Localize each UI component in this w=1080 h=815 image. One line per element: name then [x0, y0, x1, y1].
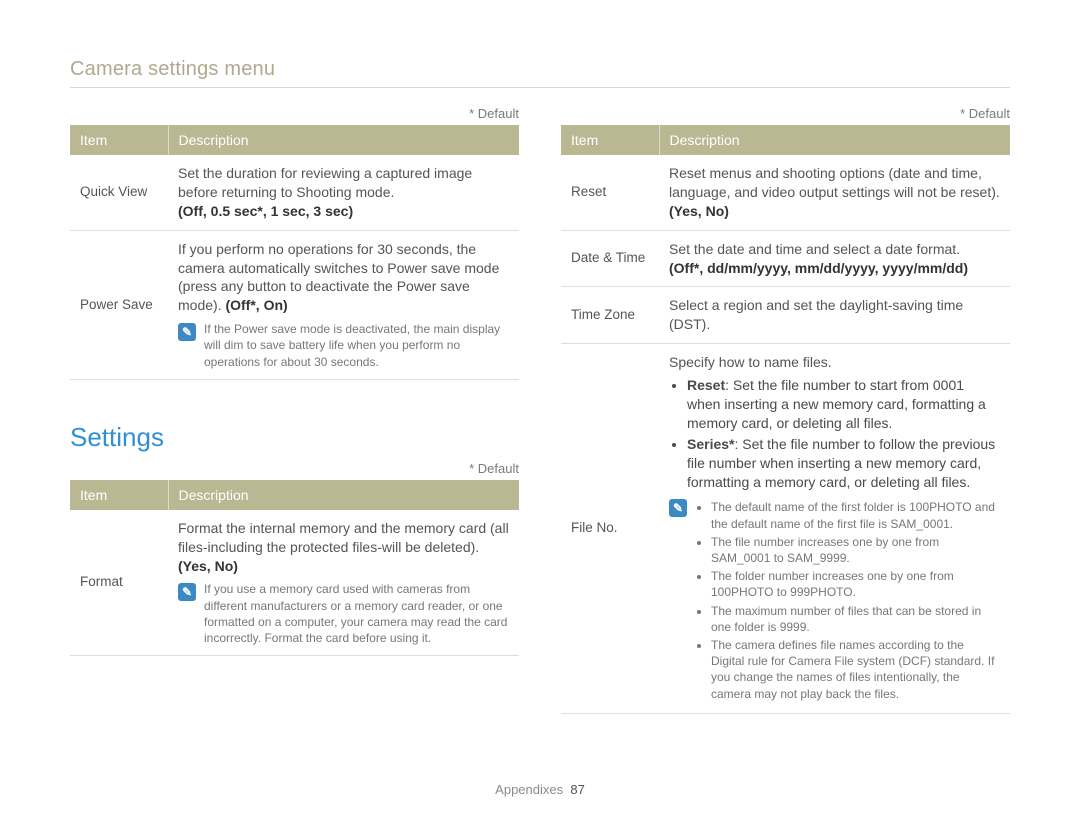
desc-format: Format the internal memory and the memor…	[168, 510, 519, 656]
th-description: Description	[168, 480, 519, 510]
table-row: Reset Reset menus and shooting options (…	[561, 155, 1010, 230]
list-item: Series*: Set the file number to follow t…	[687, 435, 1000, 492]
bullet-label: Reset	[687, 377, 725, 393]
th-description: Description	[168, 125, 519, 155]
th-description: Description	[659, 125, 1010, 155]
item-format: Format	[70, 510, 168, 656]
page-footer: Appendixes 87	[0, 782, 1080, 797]
page-title: Camera settings menu	[70, 58, 1010, 81]
list-item: The default name of the first folder is …	[711, 499, 1000, 531]
section-heading-settings: Settings	[70, 422, 519, 453]
settings-table-right: Item Description Reset Reset menus and s…	[561, 125, 1010, 714]
note-text: If the Power save mode is deactivated, t…	[204, 321, 509, 370]
options-text: (Yes, No)	[178, 558, 238, 574]
table-row: Time Zone Select a region and set the da…	[561, 287, 1010, 344]
note-icon: ✎	[178, 583, 196, 601]
item-quick-view: Quick View	[70, 155, 168, 230]
item-time-zone: Time Zone	[561, 287, 659, 344]
desc-quick-view: Set the duration for reviewing a capture…	[168, 155, 519, 230]
desc-power-save: If you perform no operations for 30 seco…	[168, 230, 519, 379]
default-note: * Default	[70, 106, 519, 121]
list-item: The maximum number of files that can be …	[711, 603, 1000, 635]
note-row: ✎ If you use a memory card used with cam…	[178, 581, 509, 646]
th-item: Item	[561, 125, 659, 155]
desc-text: Select a region and set the daylight-sav…	[669, 297, 963, 332]
table-row: Power Save If you perform no operations …	[70, 230, 519, 379]
settings-table-left: Item Description Format Format the inter…	[70, 480, 519, 656]
table-row: Quick View Set the duration for reviewin…	[70, 155, 519, 230]
desc-file-no: Specify how to name files. Reset: Set th…	[659, 344, 1010, 713]
item-date-time: Date & Time	[561, 230, 659, 287]
desc-reset: Reset menus and shooting options (date a…	[659, 155, 1010, 230]
desc-text: Format the internal memory and the memor…	[178, 520, 509, 555]
table-row: File No. Specify how to name files. Rese…	[561, 344, 1010, 713]
default-note: * Default	[70, 461, 519, 476]
title-divider	[70, 87, 1010, 88]
options-text: (Yes, No)	[669, 203, 729, 219]
default-note: * Default	[561, 106, 1010, 121]
options-text: (Off, 0.5 sec*, 1 sec, 3 sec)	[178, 203, 353, 219]
desc-text: Specify how to name files.	[669, 354, 832, 370]
bullet-text: : Set the file number to follow the prev…	[687, 436, 995, 490]
note-row: ✎ If the Power save mode is deactivated,…	[178, 321, 509, 370]
desc-time-zone: Select a region and set the daylight-sav…	[659, 287, 1010, 344]
note-bullets: The default name of the first folder is …	[695, 497, 1000, 703]
footer-section: Appendixes	[495, 782, 563, 797]
item-file-no: File No.	[561, 344, 659, 713]
column-left: * Default Item Description Quick View Se…	[70, 106, 519, 714]
bullet-text: : Set the file number to start from 0001…	[687, 377, 986, 431]
item-power-save: Power Save	[70, 230, 168, 379]
file-no-bullets: Reset: Set the file number to start from…	[669, 376, 1000, 491]
table-row: Format Format the internal memory and th…	[70, 510, 519, 656]
list-item: The folder number increases one by one f…	[711, 568, 1000, 600]
sound-table: Item Description Quick View Set the dura…	[70, 125, 519, 380]
options-text: (Off*, dd/mm/yyyy, mm/dd/yyyy, yyyy/mm/d…	[669, 260, 968, 276]
list-item: The file number increases one by one fro…	[711, 534, 1000, 566]
note-icon: ✎	[669, 499, 687, 517]
item-reset: Reset	[561, 155, 659, 230]
note-row: ✎ The default name of the first folder i…	[669, 497, 1000, 703]
list-item: Reset: Set the file number to start from…	[687, 376, 1000, 433]
desc-text: Set the duration for reviewing a capture…	[178, 165, 472, 200]
table-row: Date & Time Set the date and time and se…	[561, 230, 1010, 287]
options-text: (Off*, On)	[225, 297, 287, 313]
desc-text: Set the date and time and select a date …	[669, 241, 960, 257]
desc-text: Reset menus and shooting options (date a…	[669, 165, 1000, 200]
th-item: Item	[70, 125, 168, 155]
note-text: If you use a memory card used with camer…	[204, 581, 509, 646]
desc-date-time: Set the date and time and select a date …	[659, 230, 1010, 287]
th-item: Item	[70, 480, 168, 510]
list-item: The camera defines file names according …	[711, 637, 1000, 702]
note-icon: ✎	[178, 323, 196, 341]
footer-page: 87	[570, 782, 584, 797]
bullet-label: Series*	[687, 436, 734, 452]
column-right: * Default Item Description Reset Reset m…	[561, 106, 1010, 714]
